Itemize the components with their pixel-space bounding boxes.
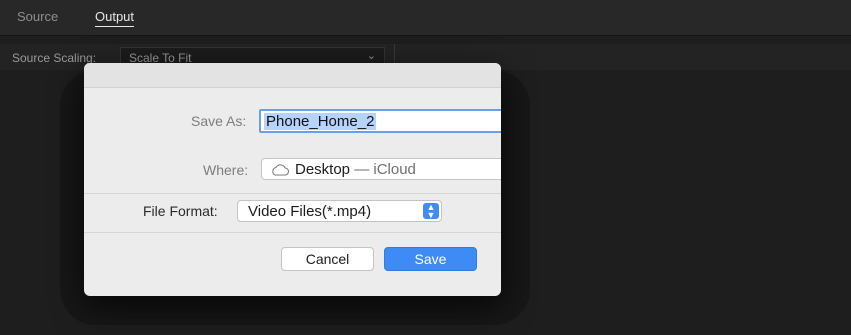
where-select[interactable]: Desktop — iCloud ▲▼ xyxy=(261,158,501,180)
divider xyxy=(84,232,501,233)
file-format-label: File Format: xyxy=(143,203,218,219)
tab-source[interactable]: Source xyxy=(17,9,58,24)
tab-output[interactable]: Output xyxy=(95,9,135,27)
panel-tab-bar: Source Output xyxy=(0,0,851,36)
save-dialog: Save As: Phone_Home_2 Where: Desktop — i… xyxy=(84,63,501,296)
dialog-title-bar xyxy=(84,63,501,88)
divider xyxy=(84,193,501,194)
file-format-value: Video Files(*.mp4) xyxy=(248,203,372,220)
save-button[interactable]: Save xyxy=(384,247,477,271)
save-as-label: Save As: xyxy=(191,113,247,129)
file-format-select[interactable]: Video Files(*.mp4) ▲ ▼ xyxy=(237,200,442,222)
chevron-down-icon: ⌄ xyxy=(366,50,376,62)
save-as-value: Phone_Home_2 xyxy=(264,113,377,130)
save-as-input[interactable]: Phone_Home_2 xyxy=(259,109,501,133)
up-down-chevron-icon: ▲ ▼ xyxy=(423,203,439,220)
cancel-button[interactable]: Cancel xyxy=(281,247,374,271)
where-suffix: — iCloud xyxy=(354,161,416,178)
where-location: Desktop xyxy=(295,161,351,178)
cloud-icon xyxy=(272,164,289,176)
where-label: Where: xyxy=(203,162,249,178)
